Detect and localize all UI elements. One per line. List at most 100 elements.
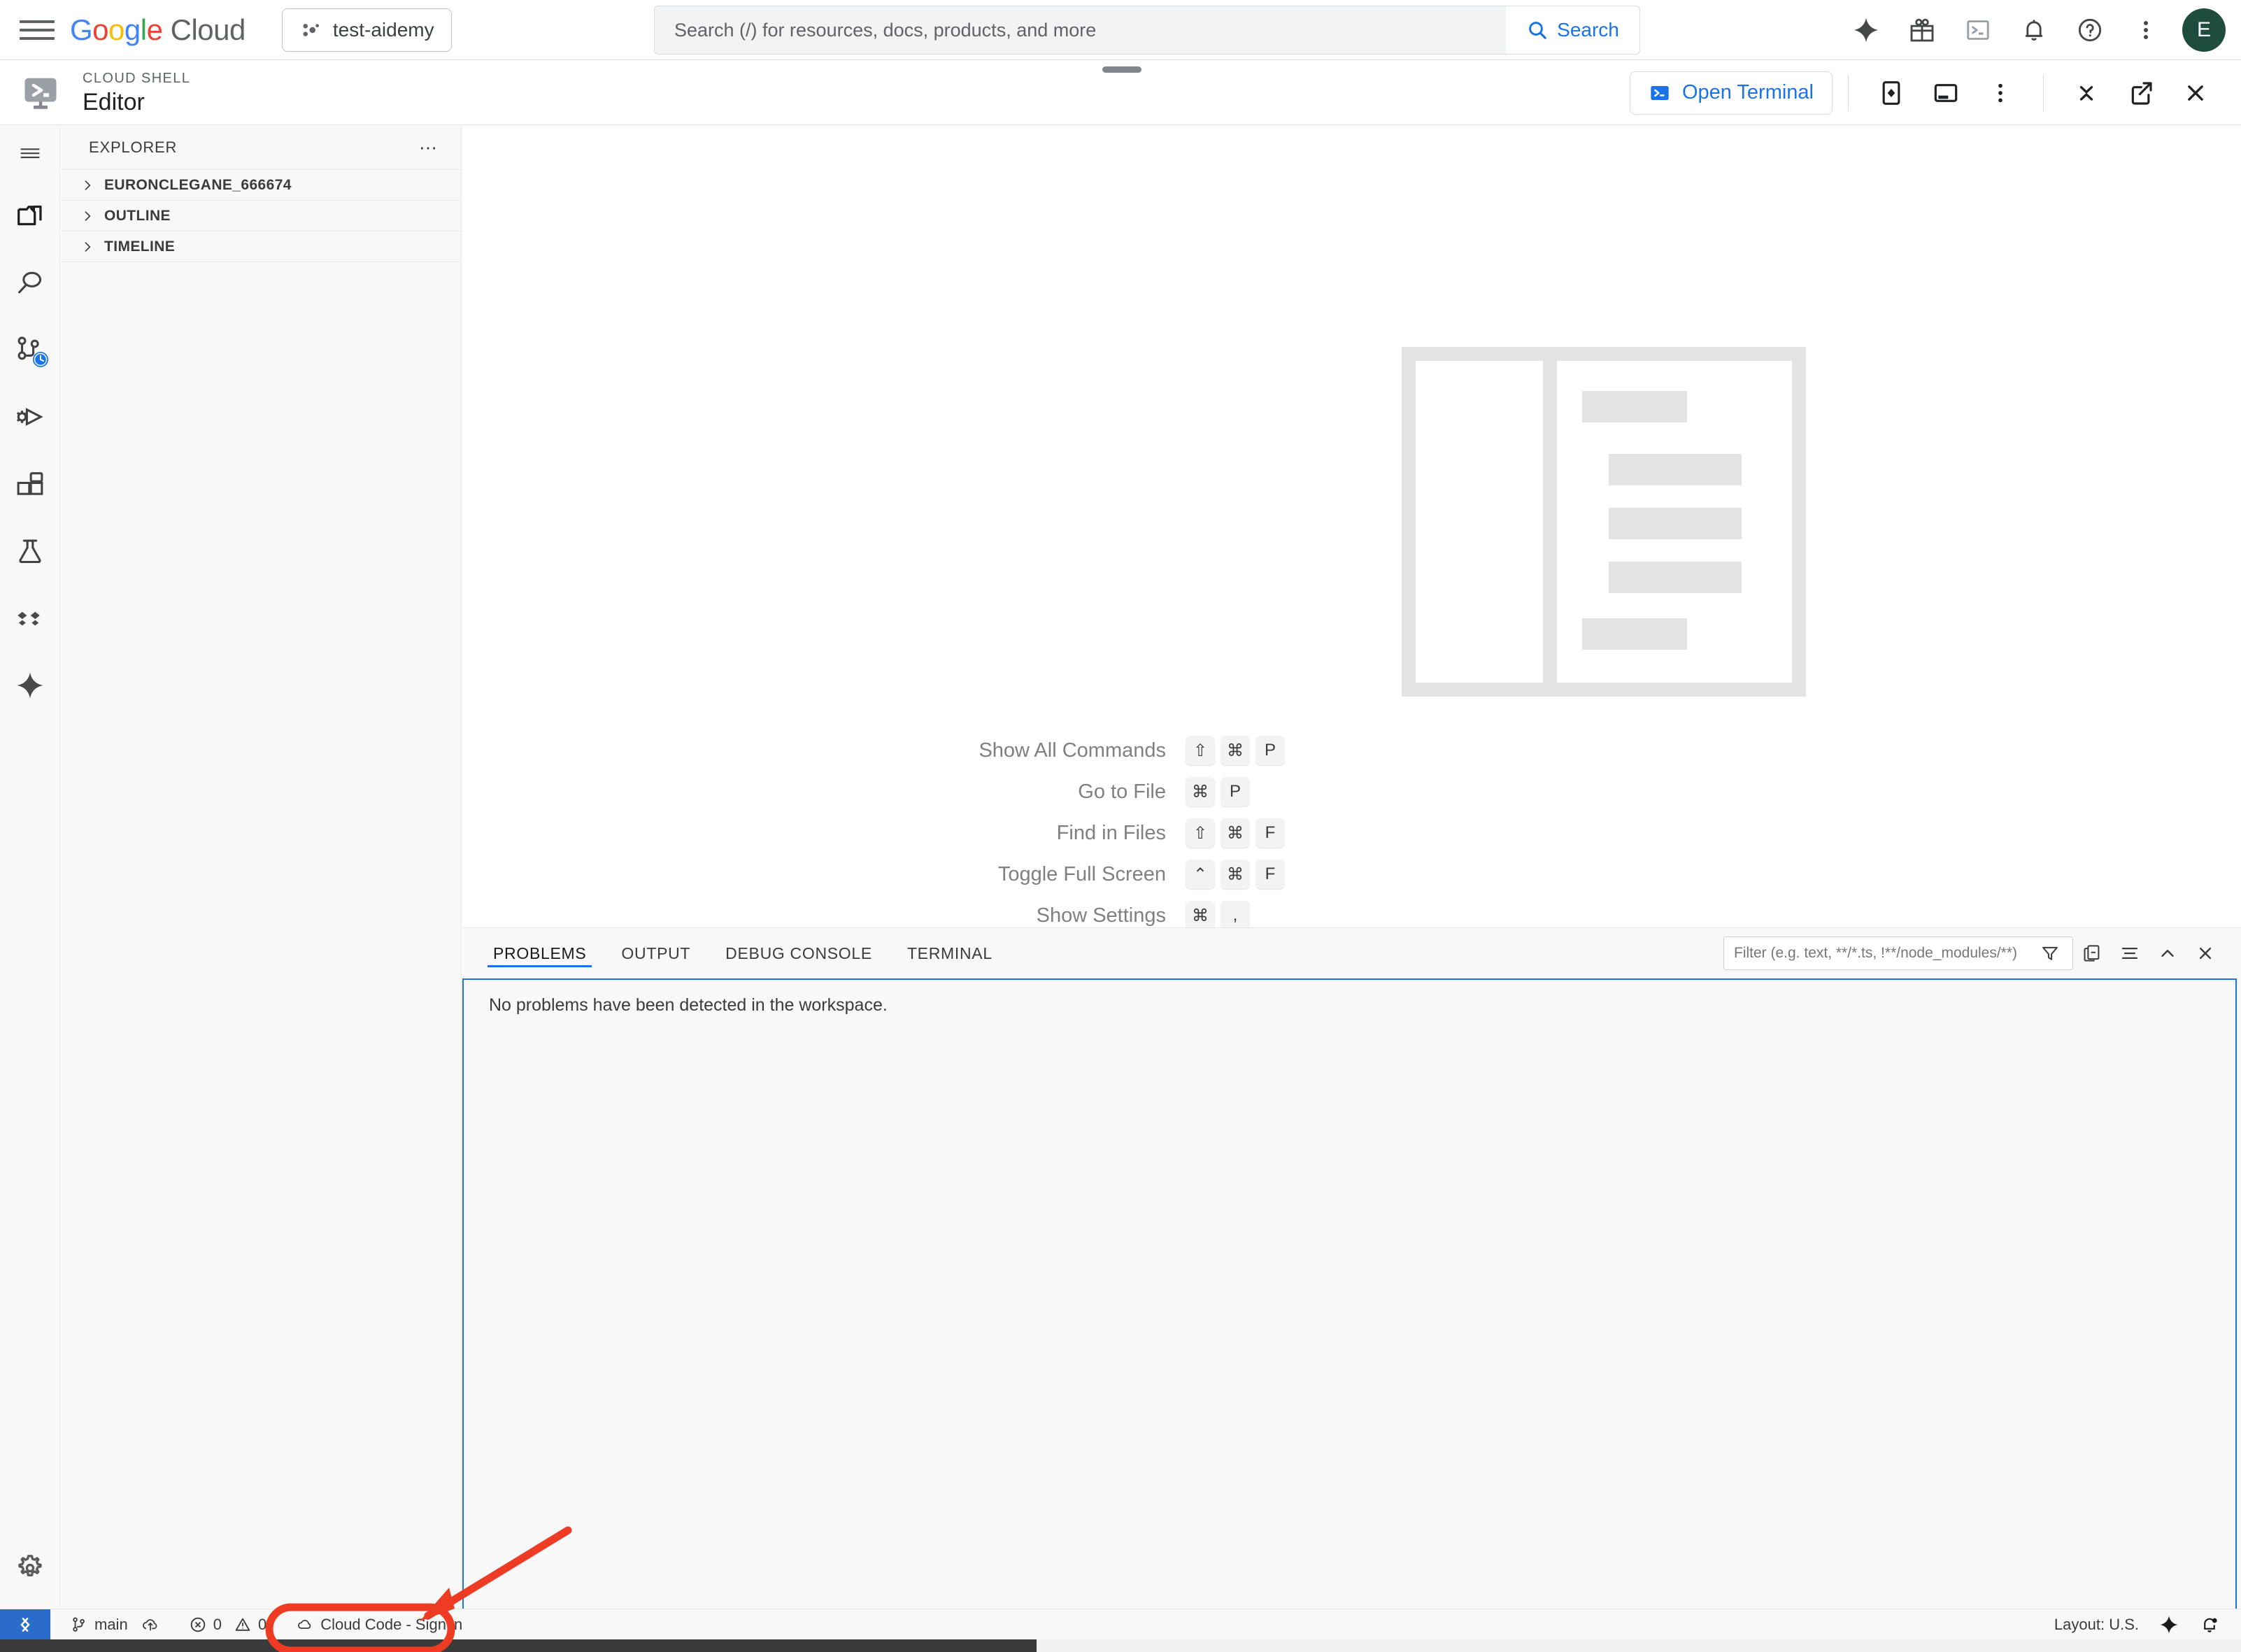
sidebar-section-workspace[interactable]: EURONCLEGANE_666674 <box>61 170 461 201</box>
project-selector[interactable]: test-aidemy <box>281 8 452 52</box>
navigation-menu-icon[interactable] <box>20 17 55 43</box>
cloud-shell-editor-header: CLOUD SHELL Editor Open Terminal <box>0 61 2241 125</box>
status-cloud-code-label: Cloud Code - Sign in <box>320 1615 463 1633</box>
sidebar-item-search[interactable] <box>0 249 60 316</box>
panel-resize-handle[interactable] <box>1102 66 1141 73</box>
placeholder-content-block <box>1557 361 1792 683</box>
gemini-sparkle-icon[interactable] <box>1838 2 1894 58</box>
filter-funnel-icon[interactable] <box>2036 937 2064 970</box>
sidebar-title: EXPLORER <box>89 138 178 156</box>
pending-clock-badge-icon <box>33 352 48 367</box>
status-branch[interactable]: main <box>60 1609 169 1640</box>
tab-output[interactable]: OUTPUT <box>616 928 696 978</box>
filter-input[interactable] <box>1734 945 2036 962</box>
project-name: test-aidemy <box>332 18 434 41</box>
chevron-right-icon <box>85 180 91 190</box>
collapse-all-icon[interactable] <box>2073 937 2111 970</box>
keycap: P <box>1221 777 1250 806</box>
google-cloud-top-bar: Google Cloud test-aidemy Search (/) for … <box>0 0 2241 60</box>
sidebar-section-timeline[interactable]: TIMELINE <box>61 232 461 262</box>
restore-panel-icon[interactable] <box>1919 68 1973 118</box>
tab-problems[interactable]: PROBLEMS <box>488 928 592 978</box>
remote-window-indicator[interactable] <box>0 1609 50 1640</box>
keycap: P <box>1255 736 1285 765</box>
keycap: ⇧ <box>1186 818 1215 848</box>
keycap: ⌘ <box>1221 818 1250 848</box>
minimize-icon[interactable] <box>2059 68 2114 118</box>
keycap: ⌘ <box>1221 860 1250 889</box>
source-control-branch-icon <box>73 1617 85 1632</box>
sidebar-item-gemini[interactable] <box>0 652 60 719</box>
status-problems[interactable]: 0 0 <box>179 1609 277 1640</box>
sidebar-item-cloud-code[interactable] <box>0 585 60 652</box>
menu-icon[interactable] <box>0 126 60 182</box>
maximize-panel-icon[interactable] <box>2149 937 2186 970</box>
error-circle-icon <box>190 1617 205 1632</box>
explorer-sidebar: EXPLORER ⋯ EURONCLEGANE_666674 OUTLINE T… <box>61 126 462 1631</box>
close-icon[interactable] <box>2168 68 2223 118</box>
google-cloud-logo[interactable]: Google Cloud <box>70 13 246 47</box>
search-input[interactable] <box>654 6 1506 55</box>
more-vert-icon[interactable] <box>2118 2 2174 58</box>
sidebar-item-run-and-debug[interactable] <box>0 383 60 450</box>
top-bar-actions: E <box>1838 0 2226 60</box>
status-notifications-bell-icon[interactable] <box>2189 1609 2230 1640</box>
shortcut-row: Find in Files ⇧ ⌘ F <box>462 818 2241 848</box>
search-icon <box>1529 22 1546 39</box>
open-new-window-icon[interactable] <box>2114 68 2168 118</box>
manage-gear-icon[interactable] <box>0 1534 60 1602</box>
gift-icon[interactable] <box>1894 2 1950 58</box>
page-title: Editor <box>83 88 145 115</box>
cloud-code-icon[interactable] <box>1864 68 1919 118</box>
status-cloud-code-sign-in[interactable]: Cloud Code - Sign in <box>286 1609 472 1640</box>
tab-label: DEBUG CONSOLE <box>725 944 872 962</box>
notifications-bell-icon[interactable] <box>2006 2 2062 58</box>
search-button[interactable]: Search <box>1506 6 1640 55</box>
scrollbar-thumb[interactable] <box>0 1639 1037 1652</box>
tab-label: TERMINAL <box>906 944 993 962</box>
sidebar-item-source-control[interactable] <box>0 316 60 383</box>
close-panel-icon[interactable] <box>2186 937 2224 970</box>
chevron-right-icon <box>85 211 91 221</box>
search-button-label: Search <box>1557 19 1619 41</box>
keycap: ⇧ <box>1186 736 1215 765</box>
cloud-shell-editor-icon <box>20 72 62 114</box>
open-terminal-button[interactable]: Open Terminal <box>1629 71 1833 115</box>
views-and-more-actions-icon[interactable]: ⋯ <box>419 137 439 159</box>
shortcut-keys: ⇧ ⌘ F <box>1186 818 1285 848</box>
shortcut-label: Toggle Full Screen <box>997 862 1166 885</box>
tab-debug-console[interactable]: DEBUG CONSOLE <box>720 928 878 978</box>
sidebar-item-explorer[interactable] <box>0 182 60 249</box>
cloud-shell-icon[interactable] <box>1950 2 2006 58</box>
sidebar-section-outline[interactable]: OUTLINE <box>61 201 461 232</box>
tab-label: OUTPUT <box>621 944 691 962</box>
shortcut-keys: ⌘ P <box>1186 777 1250 806</box>
sync-cloud-icon <box>142 1618 157 1630</box>
shortcut-keys: ⌃ ⌘ F <box>1186 860 1285 889</box>
activity-bar <box>0 126 60 1631</box>
status-layout-label: Layout: U.S. <box>2054 1615 2139 1633</box>
sidebar-section-label: TIMELINE <box>104 238 176 255</box>
divider <box>2043 74 2044 111</box>
keycap: F <box>1255 860 1285 889</box>
sidebar-item-testing[interactable] <box>0 518 60 585</box>
shortcut-row: Go to File ⌘ P <box>462 777 2241 806</box>
tab-label: PROBLEMS <box>493 944 587 962</box>
global-search: Search <box>654 6 1640 55</box>
welcome-watermark: Show All Commands ⇧ ⌘ P Go to File ⌘ P F <box>462 126 2241 930</box>
sidebar-item-extensions[interactable] <box>0 450 60 518</box>
status-error-count: 0 <box>213 1615 222 1633</box>
status-gemini-icon[interactable] <box>2149 1609 2189 1640</box>
status-bar-right: Layout: U.S. <box>2044 1609 2230 1640</box>
view-as-list-icon[interactable] <box>2111 937 2149 970</box>
shortcut-label: Show Settings <box>1036 904 1166 927</box>
tab-terminal[interactable]: TERMINAL <box>902 928 998 978</box>
horizontal-scrollbar[interactable] <box>0 1639 2241 1652</box>
shortcut-keys: ⌘ , <box>1186 901 1250 930</box>
help-question-icon[interactable] <box>2062 2 2118 58</box>
status-keyboard-layout[interactable]: Layout: U.S. <box>2044 1609 2149 1640</box>
panel-actions <box>1723 937 2224 970</box>
more-vert-icon[interactable] <box>1973 68 2028 118</box>
cloud-shell-titles: CLOUD SHELL Editor <box>83 70 190 115</box>
avatar[interactable]: E <box>2182 8 2226 52</box>
